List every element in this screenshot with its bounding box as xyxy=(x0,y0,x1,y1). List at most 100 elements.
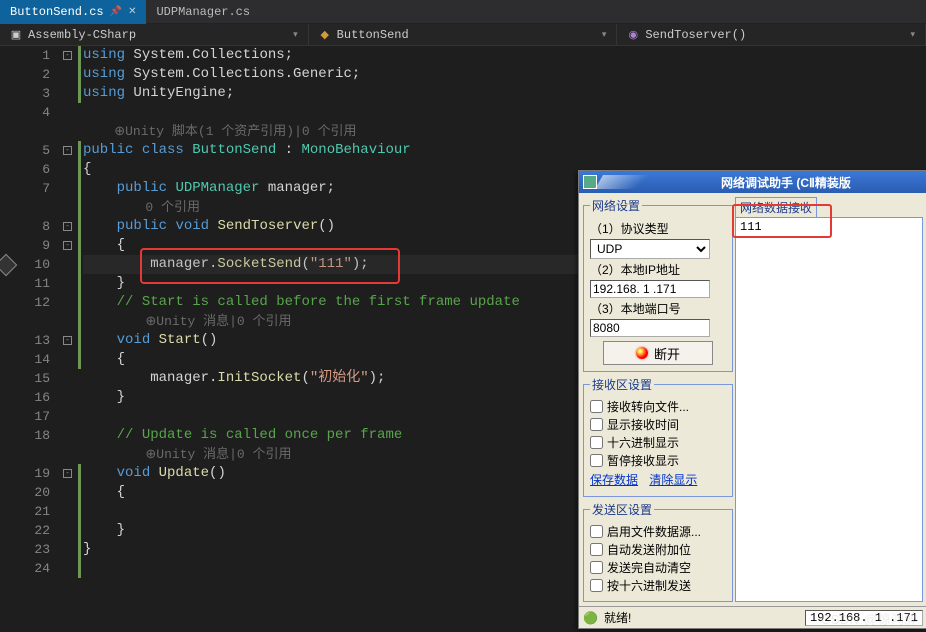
protocol-select[interactable]: UDP xyxy=(590,239,710,259)
nav-project-label: Assembly-CSharp xyxy=(28,28,136,42)
csharp-project-icon: ▣ xyxy=(10,29,22,41)
line-number: 1 xyxy=(0,46,50,65)
window-body: 网络设置 （1）协议类型 UDP （2）本地IP地址 （3）本地端口号 xyxy=(579,193,926,606)
tab-bar: ButtonSend.cs 📌 ✕ UDPManager.cs xyxy=(0,0,926,24)
disconnect-button[interactable]: 断开 xyxy=(603,341,713,365)
disconnect-label: 断开 xyxy=(654,344,680,363)
line-number: 11 xyxy=(0,274,50,293)
line-number: 4 xyxy=(0,103,50,122)
line-number: 24 xyxy=(0,559,50,578)
fold-toggle-icon[interactable]: - xyxy=(63,336,72,345)
ip-input[interactable] xyxy=(590,280,710,298)
pin-icon[interactable]: 📌 xyxy=(110,6,122,18)
cb-auto-append[interactable]: 自动发送附加位 xyxy=(590,541,726,558)
line-number: 18 xyxy=(0,426,50,445)
line-number: 3 xyxy=(0,84,50,103)
cb-auto-clear[interactable]: 发送完自动清空 xyxy=(590,559,726,576)
group-recv-settings: 接收区设置 接收转向文件... 显示接收时间 十六进制显示 暂停接收显示 保存数… xyxy=(583,376,733,497)
fold-toggle-icon[interactable]: - xyxy=(63,51,72,60)
label-protocol: （1）协议类型 xyxy=(590,220,726,237)
recv-content: 111 xyxy=(740,220,762,234)
line-number: 7 xyxy=(0,179,50,198)
group-legend: 网络设置 xyxy=(590,197,642,214)
codelens-row[interactable]: ⊕Unity 脚本(1 个资产引用)|0 个引用 xyxy=(83,122,926,141)
group-send-settings: 发送区设置 启用文件数据源... 自动发送附加位 发送完自动清空 按十六进制发送 xyxy=(583,501,733,602)
line-number: 22 xyxy=(0,521,50,540)
close-icon[interactable]: ✕ xyxy=(128,6,136,18)
fold-toggle-icon[interactable]: - xyxy=(63,241,72,250)
nav-class-label: ButtonSend xyxy=(337,28,409,42)
line-number xyxy=(0,312,50,331)
nav-project[interactable]: ▣ Assembly-CSharp ▾ xyxy=(0,24,309,45)
fold-toggle-icon[interactable]: - xyxy=(63,469,72,478)
link-save-data[interactable]: 保存数据 xyxy=(590,473,638,487)
link-clear-display[interactable]: 清除显示 xyxy=(649,473,697,487)
line-number: 9 xyxy=(0,236,50,255)
nav-method-label: SendToserver() xyxy=(645,28,746,42)
change-marker xyxy=(78,46,81,103)
line-number: 2 xyxy=(0,65,50,84)
cb-recv-to-file[interactable]: 接收转向文件... xyxy=(590,398,726,415)
code-line[interactable] xyxy=(83,103,926,122)
line-number: 10 xyxy=(0,255,50,274)
label-port: （3）本地端口号 xyxy=(590,300,726,317)
group-network-settings: 网络设置 （1）协议类型 UDP （2）本地IP地址 （3）本地端口号 xyxy=(583,197,733,372)
context-navbar: ▣ Assembly-CSharp ▾ ◆ ButtonSend ▾ ◉ Sen… xyxy=(0,24,926,46)
network-assistant-window[interactable]: 网络调试助手 (CⅡ精装版 网络设置 （1）协议类型 UDP （2）本地IP地址… xyxy=(578,170,926,629)
change-marker xyxy=(78,464,81,578)
cb-pause-display[interactable]: 暂停接收显示 xyxy=(590,452,726,469)
line-number: 6 xyxy=(0,160,50,179)
window-title: 网络调试助手 (CⅡ精装版 xyxy=(721,174,851,191)
line-number: 17 xyxy=(0,407,50,426)
line-number: 20 xyxy=(0,483,50,502)
method-icon: ◉ xyxy=(627,29,639,41)
line-number: 5 xyxy=(0,141,50,160)
line-number: 15 xyxy=(0,369,50,388)
status-dot-icon xyxy=(636,347,648,359)
code-line[interactable]: using System.Collections; xyxy=(83,46,926,65)
line-number: 13 xyxy=(0,331,50,350)
line-number: 19 xyxy=(0,464,50,483)
watermark: CSDN @惊鸿醉 xyxy=(821,609,918,628)
line-number xyxy=(0,445,50,464)
recv-area-label: 网络数据接收 xyxy=(735,197,817,217)
fold-column: - - - - - - xyxy=(60,46,78,632)
cb-hex-send[interactable]: 按十六进制发送 xyxy=(590,577,726,594)
line-number: 23 xyxy=(0,540,50,559)
nav-method[interactable]: ◉ SendToserver() ▾ xyxy=(617,24,926,45)
titlebar-decoration xyxy=(595,175,663,189)
code-line[interactable]: using System.Collections.Generic; xyxy=(83,65,926,84)
code-line[interactable]: public class ButtonSend : MonoBehaviour xyxy=(83,141,926,160)
code-line[interactable]: using UnityEngine; xyxy=(83,84,926,103)
chevron-down-icon: ▾ xyxy=(293,30,298,40)
line-number xyxy=(0,198,50,217)
line-number: 21 xyxy=(0,502,50,521)
fold-toggle-icon[interactable]: - xyxy=(63,222,72,231)
line-number: 14 xyxy=(0,350,50,369)
cb-hex-display[interactable]: 十六进制显示 xyxy=(590,434,726,451)
left-pane: 网络设置 （1）协议类型 UDP （2）本地IP地址 （3）本地端口号 xyxy=(583,197,733,602)
group-legend: 接收区设置 xyxy=(590,376,654,393)
tab-label: UDPManager.cs xyxy=(156,5,250,19)
line-number-gutter: 123456789101112131415161718192021222324 xyxy=(0,46,60,632)
chevron-down-icon: ▾ xyxy=(910,30,915,40)
right-pane: 网络数据接收 111 xyxy=(735,197,923,602)
line-number: 12 xyxy=(0,293,50,312)
tab-label: ButtonSend.cs xyxy=(10,5,104,19)
line-number: 8 xyxy=(0,217,50,236)
cb-show-time[interactable]: 显示接收时间 xyxy=(590,416,726,433)
chevron-down-icon: ▾ xyxy=(602,30,607,40)
nav-class[interactable]: ◆ ButtonSend ▾ xyxy=(309,24,618,45)
change-marker xyxy=(78,141,81,369)
fold-toggle-icon[interactable]: - xyxy=(63,146,72,155)
status-text: 就绪! xyxy=(604,609,631,626)
titlebar[interactable]: 网络调试助手 (CⅡ精装版 xyxy=(579,171,926,193)
group-legend: 发送区设置 xyxy=(590,501,654,518)
tab-buttonsend[interactable]: ButtonSend.cs 📌 ✕ xyxy=(0,0,146,24)
port-input[interactable] xyxy=(590,319,710,337)
recv-textarea[interactable]: 111 xyxy=(735,217,923,602)
cb-file-source[interactable]: 启用文件数据源... xyxy=(590,523,726,540)
line-number: 16 xyxy=(0,388,50,407)
class-icon: ◆ xyxy=(319,29,331,41)
tab-udpmanager[interactable]: UDPManager.cs xyxy=(146,0,260,24)
